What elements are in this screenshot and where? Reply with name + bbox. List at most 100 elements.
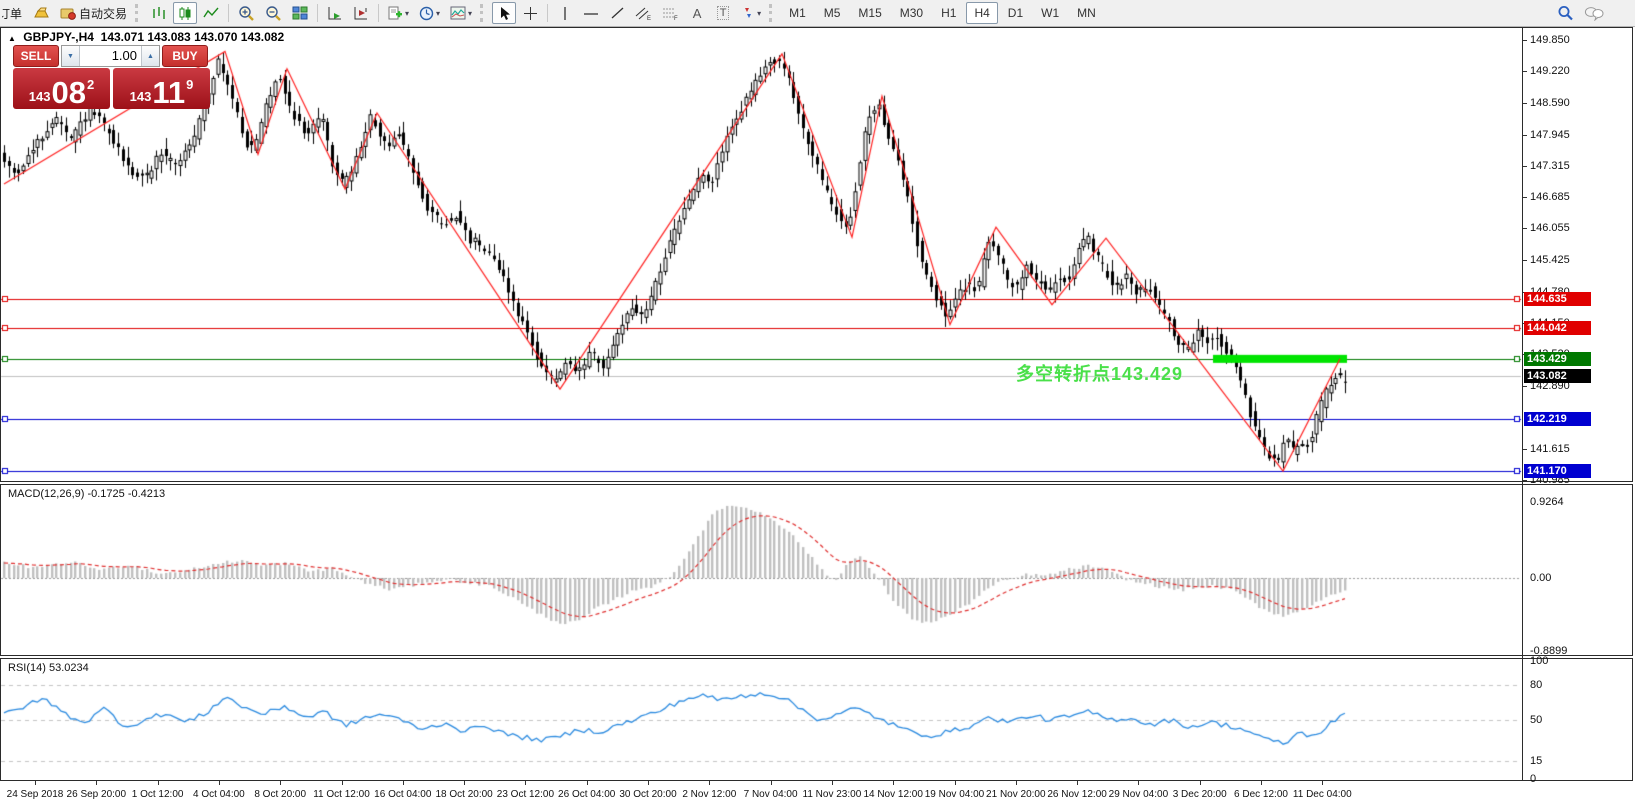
- crosshair-button[interactable]: [518, 2, 542, 24]
- timeframe-m5[interactable]: M5: [816, 2, 849, 24]
- chart-shift-button[interactable]: [349, 2, 373, 24]
- time-label: 7 Nov 04:00: [744, 789, 798, 800]
- chart-header: ▲ GBPJPY-,H4 143.071 143.083 143.070 143…: [8, 30, 284, 44]
- price-tick-mark: [1523, 71, 1527, 72]
- trendline-button[interactable]: [605, 2, 629, 24]
- price-tag-144.635: 144.635: [1524, 292, 1591, 306]
- timeframe-m15[interactable]: M15: [850, 2, 889, 24]
- time-label: 26 Nov 12:00: [1047, 789, 1107, 800]
- time-axis[interactable]: 24 Sep 201826 Sep 20:001 Oct 12:004 Oct …: [0, 781, 1522, 812]
- search-icon: [1557, 5, 1574, 21]
- toolbar-grip[interactable]: [769, 4, 777, 22]
- horizontal-line-button[interactable]: [579, 2, 603, 24]
- time-label: 11 Nov 23:00: [803, 789, 862, 800]
- buy-price-display[interactable]: 143 11 9: [113, 68, 210, 109]
- svg-text:F: F: [674, 16, 678, 21]
- time-label: 4 Oct 04:00: [193, 789, 245, 800]
- time-label: 24 Sep 2018: [7, 789, 64, 800]
- price-tick-label: 148.590: [1530, 97, 1570, 109]
- sell-price-display[interactable]: 143 08 2: [13, 68, 110, 109]
- timeframe-h1[interactable]: H1: [933, 2, 964, 24]
- tile-windows-icon: [292, 6, 308, 20]
- templates-button[interactable]: ▾: [446, 2, 476, 24]
- timeframe-h4[interactable]: H4: [966, 2, 997, 24]
- volume-decrease-button[interactable]: ▼: [62, 46, 80, 66]
- zoom-in-button[interactable]: [234, 2, 259, 24]
- price-axis-divider: [1522, 27, 1523, 781]
- timeframe-d1[interactable]: D1: [1000, 2, 1031, 24]
- timeframe-m30[interactable]: M30: [892, 2, 931, 24]
- sell-button[interactable]: SELL: [13, 45, 59, 67]
- collapse-triangle-icon: ▲: [8, 34, 16, 43]
- rsi-label: RSI(14) 53.0234: [8, 662, 89, 674]
- timeframe-mn[interactable]: MN: [1069, 2, 1104, 24]
- time-tick-mark: [1261, 781, 1262, 785]
- price-tick-mark: [1523, 40, 1527, 41]
- symbol-name: GBPJPY-,H4: [23, 30, 94, 44]
- gold-ingot-icon-button[interactable]: [29, 2, 54, 24]
- time-label: 1 Oct 12:00: [132, 789, 184, 800]
- time-label: 21 Nov 20:00: [986, 789, 1046, 800]
- search-button[interactable]: [1553, 2, 1578, 24]
- crosshair-icon: [523, 6, 538, 21]
- text-tool-icon: A: [693, 6, 702, 21]
- turning-point-annotation[interactable]: 多空转折点143.429: [1016, 360, 1183, 386]
- toolbar-grip[interactable]: [135, 4, 143, 22]
- line-chart-button[interactable]: [199, 2, 223, 24]
- time-label: 30 Oct 20:00: [619, 789, 676, 800]
- cursor-button[interactable]: [492, 2, 516, 24]
- volume-input[interactable]: 1.00: [80, 46, 141, 66]
- time-tick-mark: [832, 781, 833, 785]
- timeframe-w1[interactable]: W1: [1033, 2, 1067, 24]
- svg-text:E: E: [647, 16, 651, 21]
- auto-trading-button[interactable]: 自动交易: [56, 2, 131, 24]
- time-tick-mark: [1200, 781, 1201, 785]
- zoom-out-button[interactable]: [261, 2, 286, 24]
- time-tick-mark: [587, 781, 588, 785]
- buy-button[interactable]: BUY: [162, 45, 208, 67]
- gold-ingot-icon: [33, 6, 50, 20]
- mt4-window: { "toolbar": { "order_label": "订单", "aut…: [0, 0, 1635, 812]
- arrows-tool-icon: [741, 6, 755, 20]
- price-tick-label: 149.220: [1530, 65, 1570, 77]
- price-tick-label: 147.315: [1530, 160, 1570, 172]
- sell-price-pip: 2: [87, 77, 94, 92]
- auto-scroll-button[interactable]: [323, 2, 347, 24]
- chat-button[interactable]: [1580, 2, 1608, 24]
- timeframe-m1[interactable]: M1: [781, 2, 814, 24]
- time-label: 14 Nov 12:00: [863, 789, 923, 800]
- periods-caret-icon: ▾: [436, 9, 440, 18]
- price-tag-141.170: 141.170: [1524, 464, 1591, 478]
- equidistant-channel-button[interactable]: E: [631, 2, 656, 24]
- text-label-button[interactable]: T: [711, 2, 735, 24]
- price-tick-mark: [1523, 480, 1527, 481]
- text-tool-button[interactable]: A: [685, 2, 709, 24]
- buy-price-pip: 9: [186, 77, 193, 92]
- price-tag-144.042: 144.042: [1524, 321, 1591, 335]
- horizontal-line-icon: [583, 7, 599, 20]
- fibonacci-button[interactable]: F: [658, 2, 683, 24]
- price-chart-pane[interactable]: [0, 27, 1633, 482]
- price-tick-mark: [1523, 260, 1527, 261]
- periods-clock-icon: [419, 6, 434, 21]
- price-tick-mark: [1523, 135, 1527, 136]
- vertical-line-button[interactable]: [553, 2, 577, 24]
- price-tag-142.219: 142.219: [1524, 412, 1591, 426]
- new-order-button[interactable]: 订单: [1, 2, 27, 24]
- price-tick-label: 149.850: [1530, 34, 1570, 46]
- volume-increase-button[interactable]: ▲: [141, 46, 159, 66]
- candlestick-chart-button[interactable]: [173, 2, 197, 24]
- periods-button[interactable]: ▾: [415, 2, 444, 24]
- toolbar-grip[interactable]: [480, 4, 488, 22]
- arrows-tool-button[interactable]: ▾: [737, 2, 765, 24]
- buy-price-big: 11: [152, 80, 185, 106]
- time-tick-mark: [464, 781, 465, 785]
- price-tick-label: 147.945: [1530, 129, 1570, 141]
- bar-chart-button[interactable]: [147, 2, 171, 24]
- time-tick-mark: [955, 781, 956, 785]
- macd-pane[interactable]: [0, 484, 1633, 656]
- indicators-button[interactable]: ▾: [384, 2, 413, 24]
- tile-windows-button[interactable]: [288, 2, 312, 24]
- rsi-pane[interactable]: [0, 658, 1633, 781]
- time-tick-mark: [709, 781, 710, 785]
